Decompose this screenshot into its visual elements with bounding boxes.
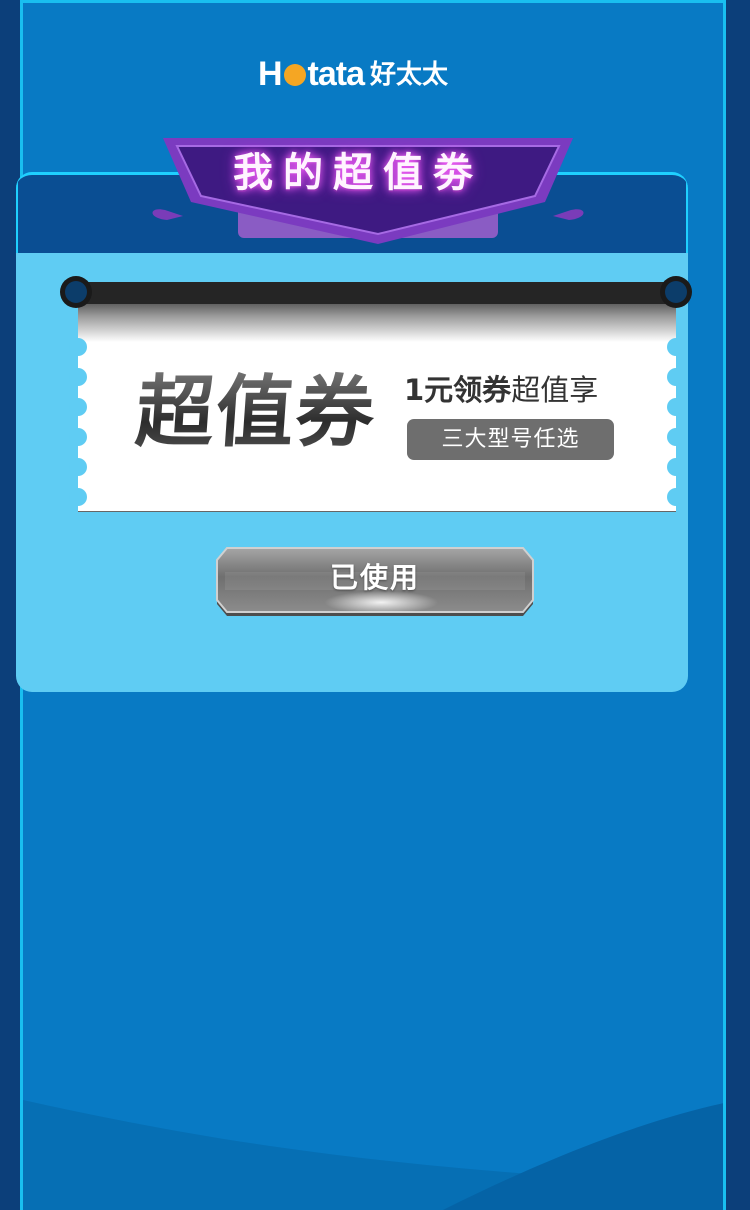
ticket-notch <box>69 398 87 416</box>
ticket-notch <box>667 338 685 356</box>
ticket-notch <box>667 398 685 416</box>
ticket-notch <box>69 368 87 386</box>
logo-chinese-text: 好太太 <box>370 60 449 90</box>
ticket-notch <box>667 458 685 476</box>
coupon-tag: 三大型号任选 <box>407 419 614 460</box>
bottom-wave-decoration <box>23 1100 723 1210</box>
coupon-promo-line: 1元领券超值享 <box>404 372 598 408</box>
coupon-promo-bold: 1元领券 <box>404 373 512 407</box>
logo-text-right: tata <box>307 55 365 93</box>
scroll-rod <box>60 276 692 308</box>
banner-title: 我的超值劵 <box>233 150 483 196</box>
ticket-notch <box>69 338 87 356</box>
logo-text-left: H <box>257 55 283 93</box>
coupon-promo-light: 超值享 <box>511 373 599 407</box>
used-button-label: 已使用 <box>329 561 420 594</box>
ticket-notch <box>667 488 685 506</box>
ticket-notch <box>69 428 87 446</box>
logo-dot-icon <box>283 64 306 86</box>
ticket-notch <box>667 428 685 446</box>
ticket-notch <box>69 488 87 506</box>
brand-logo: Htata 好太太 <box>0 56 706 93</box>
ticket-notch <box>69 458 87 476</box>
coupon-big-title: 超值券 <box>132 368 380 458</box>
used-button[interactable]: 已使用 <box>215 546 535 618</box>
ticket-notch <box>667 368 685 386</box>
